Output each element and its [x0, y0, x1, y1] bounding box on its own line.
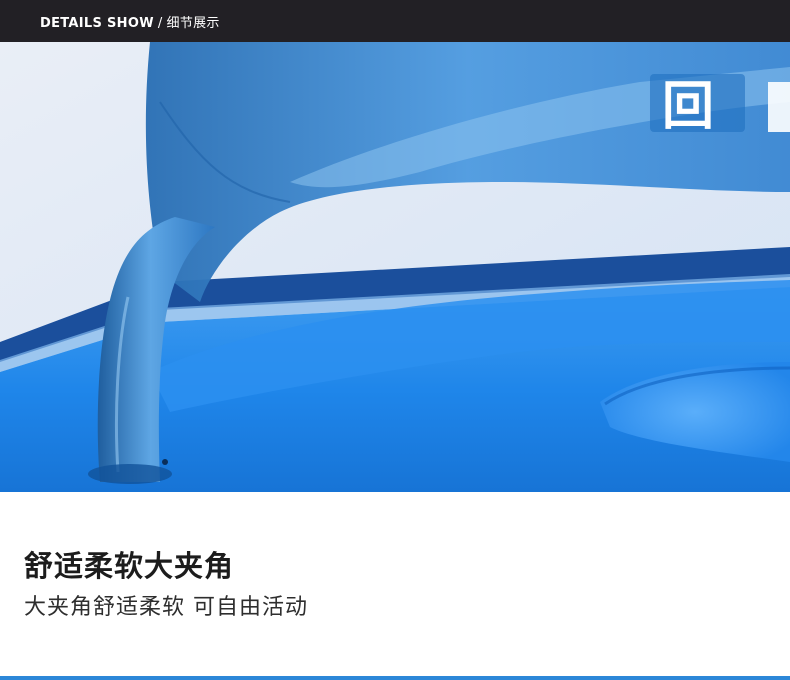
product-photo: 回: [0, 42, 790, 492]
header-bar: DETAILS SHOW / 细节展示: [0, 0, 790, 42]
section-heading-separator: /: [157, 16, 163, 31]
section-heading: DETAILS SHOW / 细节展示: [40, 12, 220, 31]
feature-subtitle: 大夹角舒适柔软 可自由活动: [24, 595, 308, 620]
feature-title: 舒适柔软大夹角: [24, 549, 235, 583]
strap-logo-glyph: 回: [662, 77, 714, 137]
section-heading-en: DETAILS SHOW: [40, 16, 154, 31]
section-heading-cn: 细节展示: [166, 16, 220, 31]
bottom-divider: [0, 676, 790, 680]
